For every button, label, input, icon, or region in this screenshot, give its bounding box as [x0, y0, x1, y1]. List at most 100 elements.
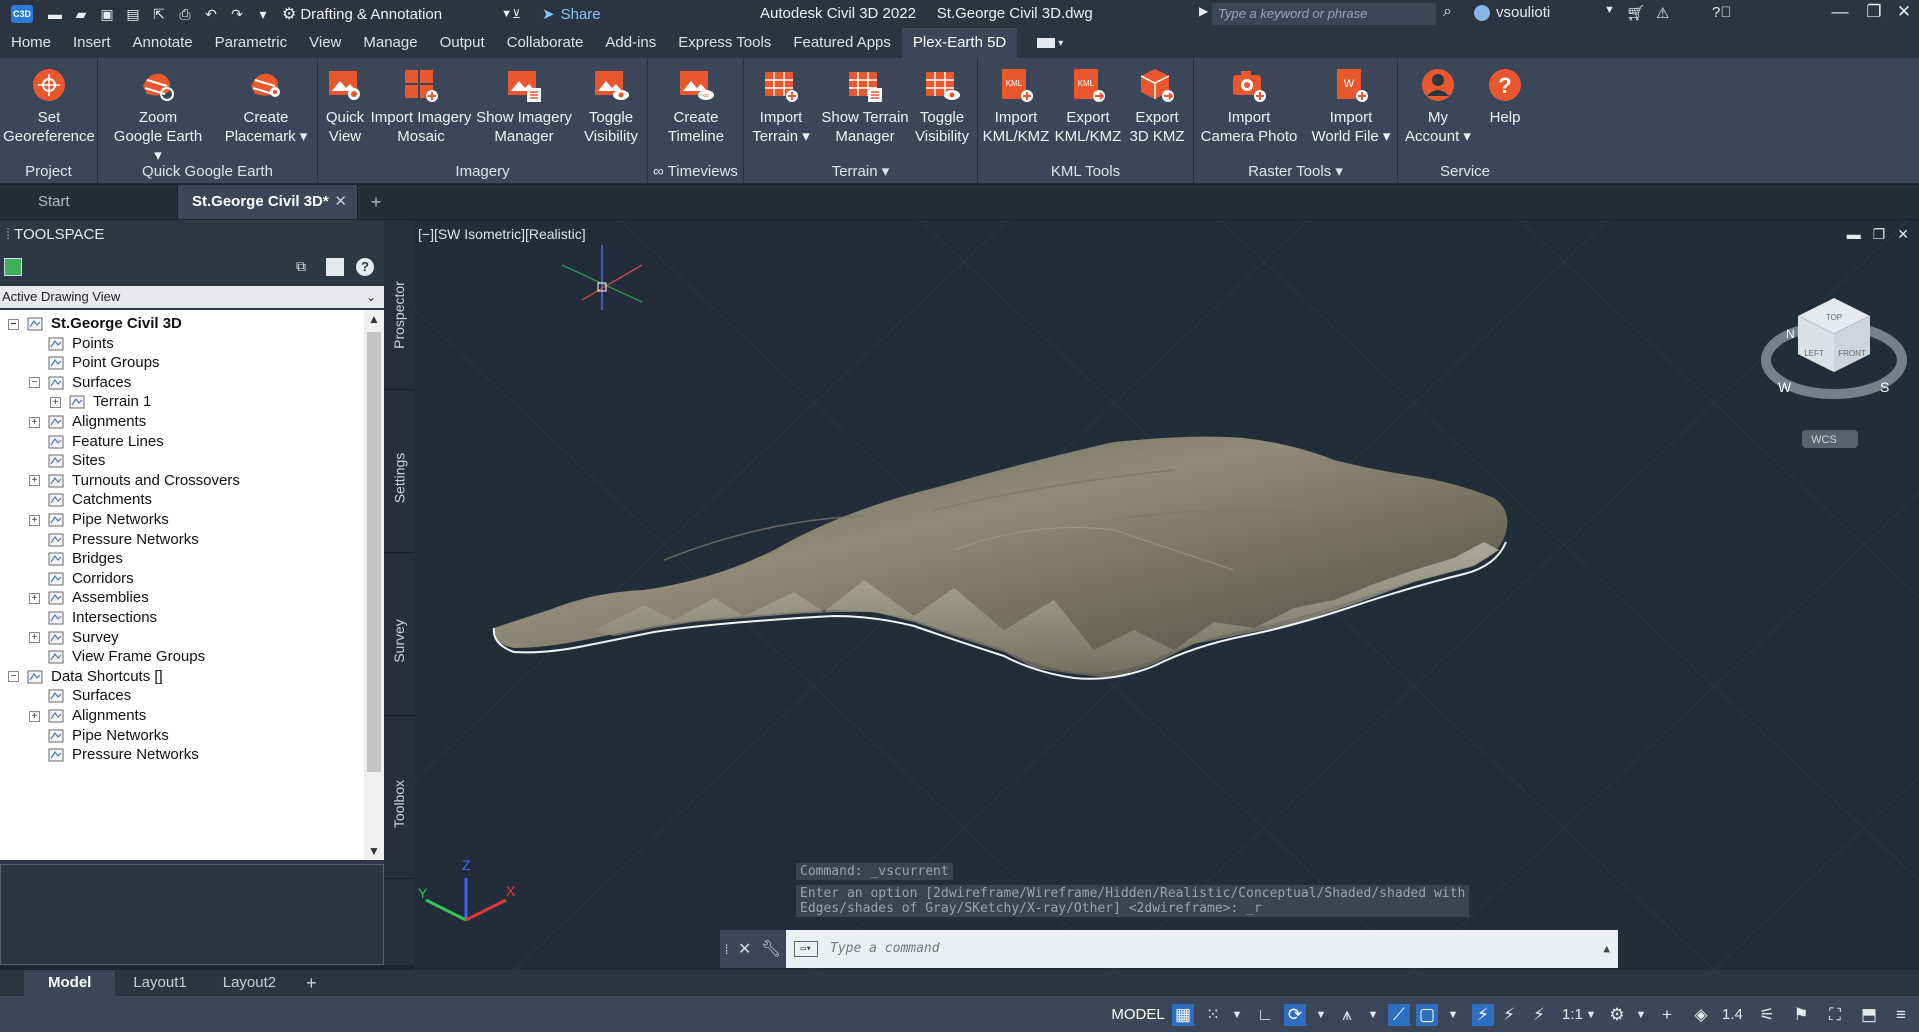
object-snap-dropdown-icon[interactable]: ▼ — [1442, 1004, 1464, 1026]
hardware-acceleration-icon[interactable]: ⛶ — [1824, 1004, 1846, 1026]
expand-icon[interactable]: + — [29, 475, 40, 487]
expand-icon[interactable]: + — [50, 396, 61, 408]
isodraft-dropdown-icon[interactable]: ▼ — [1362, 1004, 1384, 1026]
customization-icon[interactable]: ≡ — [1890, 1004, 1912, 1026]
workspace-selector[interactable]: ⚙ Drafting & Annotation ▼ — [282, 4, 512, 24]
viewport-minimize-icon[interactable]: ▬ — [1847, 226, 1861, 243]
viewport-restore-icon[interactable]: ❐ — [1873, 226, 1886, 243]
grid-icon[interactable]: ▦ — [1172, 1004, 1194, 1026]
import-camera-photo-button[interactable]: Import Camera Photo — [1196, 66, 1302, 146]
side-tab-survey[interactable]: Survey — [384, 566, 414, 716]
units-icon[interactable]: ⚟ — [1756, 1004, 1778, 1026]
recent-commands-icon[interactable]: ▭▾ — [794, 941, 818, 957]
qat-dropdown-icon[interactable]: ▾ — [252, 4, 274, 24]
tree-node[interactable]: Pressure Networks — [29, 743, 199, 767]
open-web-icon[interactable]: ⇱ — [148, 4, 170, 24]
share-button[interactable]: ➤ Share — [542, 5, 601, 24]
viewport-close-icon[interactable]: ✕ — [1897, 226, 1909, 243]
side-tab-settings[interactable]: Settings — [384, 403, 414, 553]
toggle-terrain-visibility-button[interactable]: Toggle Visibility — [906, 66, 978, 146]
redo-icon[interactable]: ↷ — [226, 4, 248, 24]
wrench-icon[interactable]: 🔧︎ — [761, 939, 781, 959]
tab-view[interactable]: View — [298, 28, 352, 58]
collapse-icon[interactable]: − — [29, 377, 40, 389]
search-icon[interactable]: ⌕ — [1443, 3, 1452, 21]
scroll-thumb[interactable] — [367, 332, 381, 772]
history-expand-icon[interactable]: ▲ — [1603, 930, 1610, 968]
side-tab-prospector[interactable]: Prospector — [384, 240, 414, 390]
tab-plex-earth-5d[interactable]: Plex-Earth 5D — [901, 28, 1018, 58]
toolspace-item-icon[interactable] — [4, 258, 22, 276]
toggle-imagery-visibility-button[interactable]: Toggle Visibility — [574, 66, 648, 146]
command-input[interactable]: ▭▾ Type a command ▲ — [786, 930, 1618, 968]
save-as-icon[interactable]: ▤ — [122, 4, 144, 24]
minimize-button[interactable]: — — [1828, 2, 1852, 22]
plus-icon[interactable]: + — [1656, 1004, 1678, 1026]
layout-tab-layout1[interactable]: Layout1 — [115, 970, 204, 996]
search-expand-icon[interactable]: ▶ — [1199, 4, 1208, 18]
user-dropdown-icon[interactable]: ▼ — [1604, 4, 1615, 16]
tab-insert[interactable]: Insert — [62, 28, 122, 58]
auto-scale-icon[interactable]: ⚡︎ — [1498, 1004, 1520, 1026]
import-imagery-mosaic-button[interactable]: Import Imagery Mosaic — [366, 66, 476, 146]
viewport-controls-label[interactable]: [−][SW Isometric][Realistic] — [418, 226, 586, 242]
new-file-icon[interactable]: ▬ — [44, 4, 66, 24]
grip-icon[interactable]: ⁞ — [6, 226, 14, 243]
collapse-icon[interactable]: − — [8, 671, 19, 683]
panel-title[interactable]: Terrain ▾ — [744, 160, 977, 184]
annotation-scale-icon[interactable]: ⚡︎ — [1528, 1004, 1550, 1026]
isodraft-icon[interactable]: ⩚ — [1336, 1004, 1358, 1026]
drawing-viewport[interactable]: Z Y X TOP LEFT FRONT N W S WCS [−][SW Is… — [414, 220, 1919, 970]
object-snap-tracking-icon[interactable]: ⟋ — [1388, 1004, 1410, 1026]
tab-output[interactable]: Output — [429, 28, 496, 58]
layout-tab-layout2[interactable]: Layout2 — [205, 970, 294, 996]
side-tab-toolbox[interactable]: Toolbox — [384, 729, 414, 879]
expand-icon[interactable]: + — [29, 710, 40, 722]
user-account[interactable]: vsoulioti — [1474, 4, 1550, 21]
workspace-gear-icon[interactable]: ⚙ — [1606, 1004, 1628, 1026]
scale-dropdown-icon[interactable]: ▼ — [1580, 1004, 1602, 1026]
save-icon[interactable]: ▣ — [96, 4, 118, 24]
tab-express-tools[interactable]: Express Tools — [667, 28, 782, 58]
layout-tab-model[interactable]: Model — [24, 970, 116, 996]
create-timeline-button[interactable]: ∞ Create Timeline — [648, 66, 744, 146]
help-button[interactable]: ? Help — [1478, 66, 1532, 127]
clean-screen-icon[interactable]: ⬒ — [1858, 1004, 1880, 1026]
print-icon[interactable]: ⎙ — [174, 4, 196, 24]
snap-icon[interactable]: ⁙ — [1202, 1004, 1224, 1026]
set-georeference-button[interactable]: Set Georeference — [0, 66, 98, 146]
export-kml-button[interactable]: KML Export KML/KMZ — [1050, 66, 1126, 146]
tree-scrollbar[interactable]: ▲ ▼ — [364, 310, 384, 860]
close-icon[interactable]: ✕ — [738, 939, 751, 959]
workspace-dropdown-icon[interactable]: ▼ — [1630, 1004, 1652, 1026]
terrain-surface[interactable] — [492, 436, 1508, 680]
tab-add-ins[interactable]: Add-ins — [594, 28, 667, 58]
create-placemark-button[interactable]: Create Placemark ▾ — [216, 66, 316, 146]
expand-icon[interactable]: + — [29, 416, 40, 428]
customize-qat-icon[interactable]: ⊻ — [512, 7, 530, 21]
tab-featured-apps[interactable]: Featured Apps — [782, 28, 902, 58]
tab-home[interactable]: Home — [0, 28, 62, 58]
tab-parametric[interactable]: Parametric — [204, 28, 299, 58]
tab-start[interactable]: Start — [0, 185, 178, 219]
polar-tracking-icon[interactable]: ⟳ — [1284, 1004, 1306, 1026]
model-space-toggle[interactable]: MODEL — [1108, 1003, 1168, 1027]
close-icon[interactable]: ✕ — [334, 185, 347, 219]
tab-annotate[interactable]: Annotate — [122, 28, 204, 58]
expand-icon[interactable]: + — [29, 514, 40, 526]
cart-icon[interactable]: 🛒︎ — [1626, 4, 1645, 22]
ribbon-display-toggle-icon[interactable]: ▾ — [1037, 36, 1073, 50]
import-world-file-button[interactable]: W Import World File ▾ — [1304, 66, 1398, 146]
toggle-item-view-icon[interactable]: ⧉ — [296, 258, 314, 276]
show-imagery-manager-button[interactable]: Show Imagery Manager — [474, 66, 574, 146]
new-tab-button[interactable]: + — [358, 185, 394, 219]
autodesk-app-icon[interactable]: ⚠︎ — [1656, 4, 1669, 22]
close-button[interactable]: ✕ — [1892, 2, 1916, 22]
quick-view-button[interactable]: Quick View — [320, 66, 370, 146]
ortho-icon[interactable]: ∟ — [1254, 1004, 1276, 1026]
object-snap-icon[interactable]: ▢ — [1416, 1004, 1438, 1026]
add-layout-button[interactable]: + — [294, 973, 329, 994]
polar-dropdown-icon[interactable]: ▼ — [1310, 1004, 1332, 1026]
open-folder-icon[interactable]: ▰ — [70, 4, 92, 24]
tab-active-drawing[interactable]: St.George Civil 3D* ✕ — [178, 185, 358, 219]
